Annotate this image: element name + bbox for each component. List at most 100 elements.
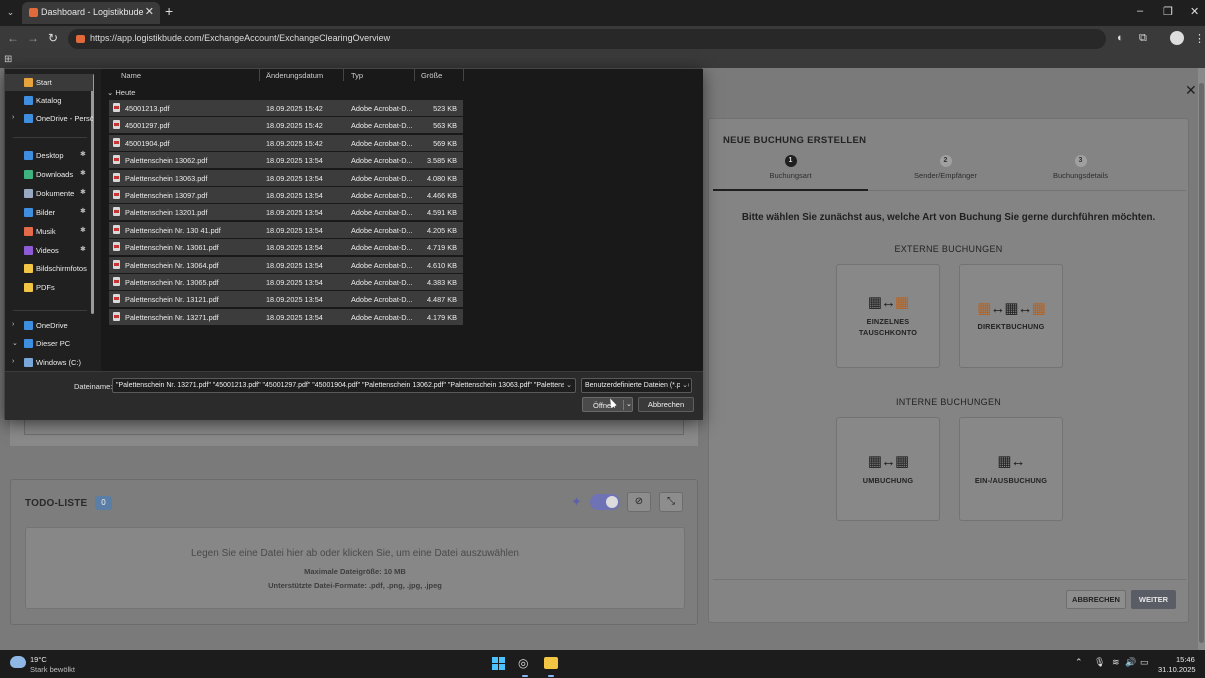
step-sender-receiver[interactable]: 2 Sender/Empfänger (868, 155, 1023, 191)
filter-off-button[interactable]: ⊘ (627, 492, 651, 512)
address-bar[interactable]: https://app.logistikbude.com/ExchangeAcc… (68, 29, 1106, 49)
clock-date[interactable]: 31.10.2025 (1158, 665, 1196, 674)
step-booking-type[interactable]: 1 Buchungsart (713, 155, 868, 191)
nav-item[interactable]: ⌄ Dieser PC (5, 335, 93, 352)
window-minimize-button[interactable]: – (1137, 5, 1143, 17)
page-scrollbar[interactable] (1198, 68, 1205, 650)
extension-icon[interactable]: ◐ (1117, 32, 1124, 44)
buildings-transfer-icon: ▦↔▦ (867, 453, 909, 470)
browser-menu-icon[interactable]: ⋮ (1194, 32, 1205, 45)
nav-item[interactable]: Bildschirmfotos (5, 260, 93, 277)
nav-item[interactable]: › OneDrive - Persönlich (5, 110, 93, 127)
chevron-icon[interactable]: › (12, 321, 14, 328)
nav-item[interactable]: › Windows (C:) (5, 354, 93, 371)
file-row[interactable]: Palettenschein 13097.pdf 18.09.2025 13:54… (109, 187, 463, 203)
tile-single-account[interactable]: ▦↔▦ EINZELNES TAUSCHKONTO (836, 264, 940, 368)
file-name: Palettenschein Nr. 13061.pdf (125, 243, 219, 253)
tile-in-out[interactable]: ▦↔ EIN-/AUSBUCHUNG (959, 417, 1063, 521)
volume-icon[interactable]: 🔊 (1125, 657, 1136, 668)
window-close-button[interactable]: ✕ (1190, 5, 1199, 18)
chevron-icon[interactable]: › (12, 114, 14, 121)
file-row[interactable]: 45001904.pdf 18.09.2025 15:42 Adobe Acroba… (109, 134, 463, 151)
folder-icon (24, 264, 33, 273)
tab-search-button[interactable]: ⌄ (3, 4, 18, 20)
nav-item[interactable]: Dokumente ✱ (5, 185, 93, 202)
weather-description[interactable]: Stark bewölkt (30, 665, 75, 674)
forward-arrow-icon[interactable]: → (27, 31, 39, 45)
nav-item[interactable]: PDFs (5, 279, 93, 296)
file-row[interactable]: Palettenschein Nr. 13271.pdf 18.09.2025 1… (109, 308, 463, 325)
weather-temperature[interactable]: 19°C (30, 655, 47, 664)
microphone-icon[interactable]: 🎙 (1094, 657, 1105, 668)
nav-item[interactable]: › OneDrive (5, 317, 93, 334)
battery-icon[interactable]: ▭ (1140, 657, 1149, 668)
file-row[interactable]: Palettenschein Nr. 13121.pdf 18.09.2025 1… (109, 291, 463, 308)
file-row[interactable]: Palettenschein 13063.pdf 18.09.2025 13:54… (109, 169, 463, 186)
nav-item[interactable]: Bilder ✱ (5, 204, 93, 221)
window-maximize-button[interactable]: ❐ (1163, 5, 1173, 18)
file-explorer-icon[interactable] (544, 657, 558, 669)
nav-item[interactable]: Downloads ✱ (5, 166, 93, 183)
filetype-select[interactable]: Benutzerdefinierte Dateien (*.pdf) ⌄ (581, 378, 692, 393)
new-tab-button[interactable]: + (165, 3, 173, 19)
column-separator[interactable] (259, 69, 260, 81)
chevron-down-icon[interactable]: ⌄ (626, 400, 632, 408)
booking-next-button[interactable]: WEITER (1131, 590, 1176, 609)
tab-close-icon[interactable]: ✕ (145, 5, 154, 18)
nav-item[interactable]: Musik ✱ (5, 223, 93, 240)
puzzle-extensions-icon[interactable]: ⧉ (1139, 32, 1147, 45)
nav-item[interactable]: Videos ✱ (5, 242, 93, 259)
column-separator[interactable] (343, 69, 344, 81)
column-separator[interactable] (463, 69, 464, 81)
site-info-icon[interactable] (76, 35, 85, 43)
file-row[interactable]: Palettenschein Nr. 130 41.pdf 18.09.2025 … (109, 221, 463, 238)
filename-input[interactable]: "Palettenschein Nr. 13271.pdf" "45001213… (112, 378, 576, 393)
group-header-today[interactable]: ⌄ Heute (107, 88, 135, 97)
column-separator[interactable] (414, 69, 415, 81)
tile-direct-booking[interactable]: ▦↔▦↔▦ DIREKTBUCHUNG (959, 264, 1063, 368)
column-header-name[interactable]: Name (121, 71, 141, 83)
windows-start-icon[interactable] (492, 657, 505, 670)
column-header-type[interactable]: Typ (351, 71, 363, 83)
file-row[interactable]: Palettenschein Nr. 13064.pdf 18.09.2025 1… (109, 256, 463, 273)
browser-tab[interactable]: Dashboard - Logistikbude ✕ (22, 2, 160, 24)
clock-time[interactable]: 15:46 (1176, 655, 1195, 664)
dialog-cancel-button[interactable]: Abbrechen (638, 397, 694, 412)
file-row[interactable]: Palettenschein Nr. 13061.pdf 18.09.2025 1… (109, 239, 463, 256)
scrollbar-thumb[interactable] (1199, 83, 1204, 643)
step-label: Sender/Empfänger (914, 171, 977, 180)
file-row[interactable]: Palettenschein 13062.pdf 18.09.2025 13:54… (109, 152, 463, 169)
chevron-icon[interactable]: › (12, 358, 14, 365)
chevron-down-icon[interactable]: ⌄ (564, 381, 572, 389)
file-size: 4.591 KB (426, 208, 457, 218)
nav-item[interactable]: Start (5, 74, 93, 91)
file-row[interactable]: Palettenschein Nr. 13065.pdf 18.09.2025 1… (109, 274, 463, 290)
tray-overflow-icon[interactable]: ⌃ (1075, 657, 1083, 668)
profile-avatar[interactable] (1170, 31, 1184, 45)
tile-transfer[interactable]: ▦↔▦ UMBUCHUNG (836, 417, 940, 521)
todo-dropzone[interactable]: Legen Sie eine Datei hier ab oder klicke… (25, 527, 685, 609)
column-header-size[interactable]: Größe (421, 71, 442, 83)
chevron-icon[interactable]: ⌄ (12, 339, 18, 347)
apps-grid-icon[interactable]: ⊞ (4, 54, 12, 65)
file-size: 4.179 KB (426, 312, 457, 322)
nav-item[interactable]: Katalog (5, 92, 93, 109)
collapse-button[interactable]: ⤡ (659, 492, 683, 512)
panel-close-icon[interactable]: ✕ (1185, 82, 1197, 99)
chrome-taskbar-icon[interactable]: ◎ (518, 656, 528, 670)
booking-cancel-button[interactable]: ABBRECHEN (1066, 590, 1126, 609)
step-booking-details[interactable]: 3 Buchungsdetails (1003, 155, 1158, 191)
column-header-date[interactable]: Änderungsdatum (266, 71, 323, 83)
cloud-weather-icon[interactable] (10, 656, 26, 668)
nav-item[interactable]: Desktop ✱ (5, 147, 93, 164)
nav-item-label: Start (36, 78, 52, 87)
chevron-down-icon[interactable]: ⌄ (680, 381, 688, 389)
wifi-icon[interactable]: ≋ (1112, 657, 1120, 668)
file-row[interactable]: 45001213.pdf 18.09.2025 15:42 Adobe Acroba… (109, 100, 463, 116)
toggle-track[interactable] (590, 494, 620, 510)
reload-icon[interactable]: ↻ (48, 31, 58, 45)
file-row[interactable]: 45001297.pdf 18.09.2025 15:42 Adobe Acroba… (109, 117, 463, 134)
ai-toggle[interactable]: ✦ (571, 493, 621, 511)
file-row[interactable]: Palettenschein 13201.pdf 18.09.2025 13:54… (109, 204, 463, 221)
back-arrow-icon[interactable]: ← (7, 31, 19, 45)
